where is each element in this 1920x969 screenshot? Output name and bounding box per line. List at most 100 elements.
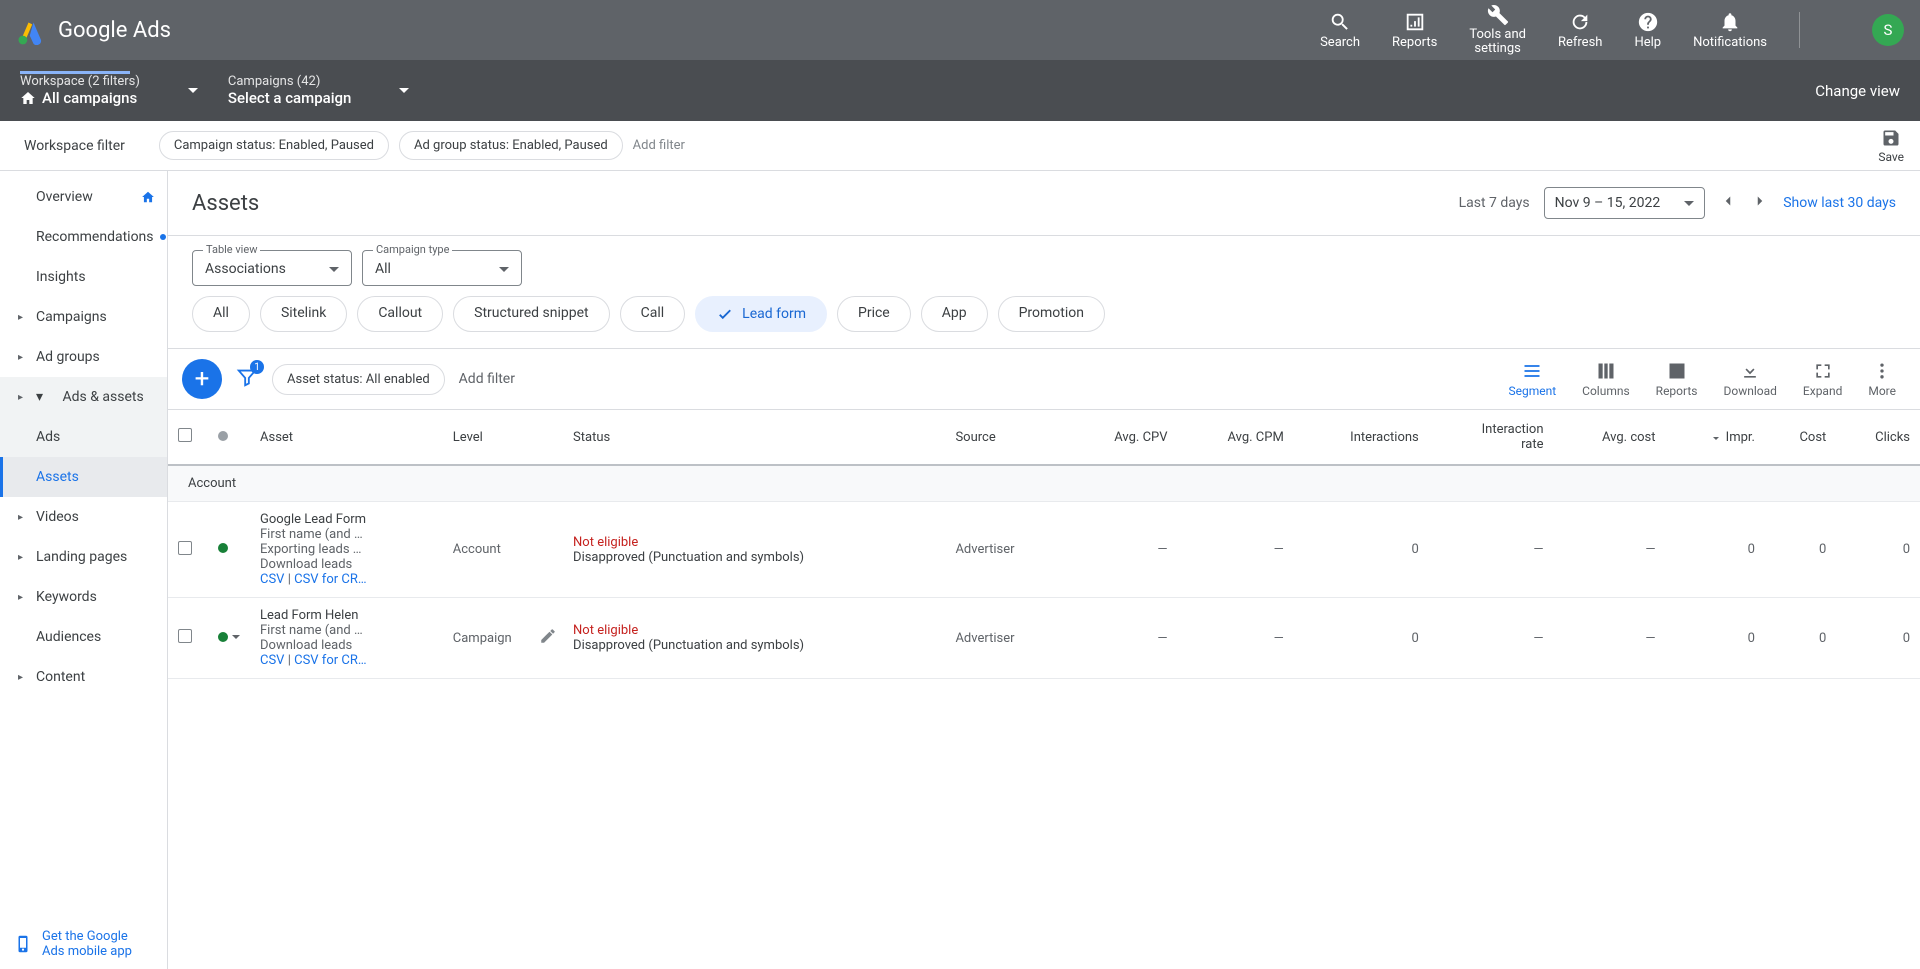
save-button[interactable]: Save: [1878, 128, 1904, 164]
workspace-filter-row: Workspace filter Campaign status: Enable…: [0, 121, 1920, 171]
table-reports-button[interactable]: Reports: [1656, 361, 1698, 398]
search-tool[interactable]: Search: [1320, 11, 1360, 50]
type-pill-structured-snippet[interactable]: Structured snippet: [453, 296, 609, 332]
help-tool[interactable]: Help: [1634, 11, 1661, 50]
nav-audiences[interactable]: Audiences: [0, 617, 167, 657]
nav-landing-pages[interactable]: Landing pages: [0, 537, 167, 577]
mobile-app-link[interactable]: Get the GoogleAds mobile app: [0, 919, 167, 969]
tools-settings-tool[interactable]: Tools andsettings: [1469, 4, 1526, 57]
nav-ads[interactable]: Ads: [0, 417, 167, 457]
table-row: Google Lead FormFirst name (and …Exporti…: [168, 502, 1920, 598]
type-pill-promotion[interactable]: Promotion: [998, 296, 1105, 332]
nav-overview[interactable]: Overview: [0, 177, 167, 217]
nav-keywords[interactable]: Keywords: [0, 577, 167, 617]
assets-table: AssetLevelStatusSourceAvg. CPVAvg. CPMIn…: [168, 410, 1920, 679]
date-preset-label: Last 7 days: [1459, 195, 1530, 211]
home-indicator-icon: [141, 190, 155, 204]
nav-assets[interactable]: Assets: [0, 457, 167, 497]
download-button[interactable]: Download: [1724, 361, 1777, 398]
date-range-picker[interactable]: Nov 9 – 15, 2022: [1544, 187, 1706, 219]
asset-type-tabs: All Sitelink Callout Structured snippet Call…: [168, 286, 1920, 348]
table-row: Lead Form HelenFirst name (and …Download…: [168, 598, 1920, 679]
nav-insights[interactable]: Insights: [0, 257, 167, 297]
nav-ads-assets[interactable]: ▾ Ads & assets: [0, 377, 167, 417]
column-header[interactable]: Level: [443, 410, 563, 465]
columns-button[interactable]: Columns: [1582, 361, 1630, 398]
column-header[interactable]: Avg. CPV: [1066, 410, 1178, 465]
nav-adgroups[interactable]: Ad groups: [0, 337, 167, 377]
nav-content[interactable]: Content: [0, 657, 167, 697]
breadcrumb-bar: Workspace (2 filters) All campaigns Camp…: [0, 60, 1920, 121]
column-header[interactable]: Avg. cost: [1554, 410, 1666, 465]
refresh-label: Refresh: [1558, 35, 1602, 50]
type-pill-price[interactable]: Price: [837, 296, 911, 332]
column-header[interactable]: Impr.: [1666, 410, 1765, 465]
logo[interactable]: Google Ads: [16, 15, 171, 45]
column-header[interactable]: Status: [563, 410, 945, 465]
csv-link[interactable]: CSV: [260, 653, 284, 668]
status-column-icon: [218, 431, 228, 441]
sort-desc-icon: [1710, 431, 1722, 443]
csv-crm-link[interactable]: CSV for CR…: [294, 653, 366, 668]
date-range-controls: Last 7 days Nov 9 – 15, 2022 Show last 3…: [1459, 187, 1896, 219]
type-pill-all[interactable]: All: [192, 296, 250, 332]
add-asset-button[interactable]: +: [182, 359, 222, 399]
expand-button[interactable]: Expand: [1803, 361, 1842, 398]
prev-period-button[interactable]: [1719, 192, 1737, 214]
dropdown-caret-icon: [1684, 201, 1694, 206]
save-icon: [1881, 128, 1901, 148]
column-header[interactable]: Interactions: [1294, 410, 1429, 465]
filter-chip-campaign-status[interactable]: Campaign status: Enabled, Paused: [159, 131, 389, 160]
campaign-type-select[interactable]: Campaign type All: [362, 250, 522, 286]
more-button[interactable]: More: [1868, 361, 1896, 398]
group-row-label: Account: [168, 465, 1920, 502]
csv-link[interactable]: CSV: [260, 572, 284, 587]
type-pill-app[interactable]: App: [921, 296, 988, 332]
type-pill-sitelink[interactable]: Sitelink: [260, 296, 347, 332]
nav-videos[interactable]: Videos: [0, 497, 167, 537]
refresh-tool[interactable]: Refresh: [1558, 11, 1602, 50]
column-header[interactable]: Avg. CPM: [1178, 410, 1294, 465]
type-pill-call[interactable]: Call: [620, 296, 686, 332]
filter-chip-adgroup-status[interactable]: Ad group status: Enabled, Paused: [399, 131, 623, 160]
column-header[interactable]: Asset: [250, 410, 443, 465]
avatar[interactable]: S: [1872, 14, 1904, 46]
add-filter-link[interactable]: Add filter: [633, 138, 685, 153]
select-all-checkbox[interactable]: [178, 428, 192, 442]
row-checkbox[interactable]: [178, 629, 192, 643]
notifications-tool[interactable]: Notifications: [1693, 11, 1767, 50]
nav-campaigns[interactable]: Campaigns: [0, 297, 167, 337]
segment-button[interactable]: Segment: [1508, 361, 1556, 398]
dropdown-caret-icon[interactable]: [399, 88, 409, 93]
sidebar: Overview Recommendations Insights Campai…: [0, 171, 168, 969]
change-view-link[interactable]: Change view: [1815, 82, 1900, 100]
column-header[interactable]: Interactionrate: [1429, 410, 1554, 465]
column-header[interactable]: Cost: [1765, 410, 1836, 465]
csv-crm-link[interactable]: CSV for CR…: [294, 572, 366, 587]
edit-icon[interactable]: [539, 627, 557, 645]
asset-cell: Lead Form HelenFirst name (and …Download…: [250, 598, 443, 679]
filter-chip-asset-status[interactable]: Asset status: All enabled: [272, 364, 445, 395]
filter-funnel-button[interactable]: 1: [236, 366, 258, 392]
product-name: Google Ads: [58, 18, 171, 43]
column-header[interactable]: Clicks: [1836, 410, 1920, 465]
check-icon: [716, 305, 734, 323]
next-period-button[interactable]: [1751, 192, 1769, 214]
row-checkbox[interactable]: [178, 541, 192, 555]
table-view-select[interactable]: Table view Associations: [192, 250, 352, 286]
show-last-30-link[interactable]: Show last 30 days: [1783, 195, 1896, 211]
bc-workspace[interactable]: Workspace (2 filters) All campaigns: [20, 74, 160, 107]
type-pill-lead-form[interactable]: Lead form: [695, 296, 827, 332]
bc-campaigns[interactable]: Campaigns (42) Select a campaign: [228, 74, 372, 107]
workspace-filter-label: Workspace filter: [24, 138, 125, 154]
column-header[interactable]: Source: [945, 410, 1065, 465]
row-status-dropdown[interactable]: [218, 632, 240, 642]
help-label: Help: [1634, 35, 1661, 50]
add-filter-button[interactable]: Add filter: [459, 371, 515, 387]
type-pill-callout[interactable]: Callout: [357, 296, 443, 332]
reports-tool[interactable]: Reports: [1392, 11, 1437, 50]
dropdown-caret-icon[interactable]: [188, 88, 198, 93]
nav-recommendations[interactable]: Recommendations: [0, 217, 167, 257]
header-tools: Search Reports Tools andsettings Refresh…: [1320, 4, 1904, 57]
dot-indicator-icon: [160, 234, 166, 240]
